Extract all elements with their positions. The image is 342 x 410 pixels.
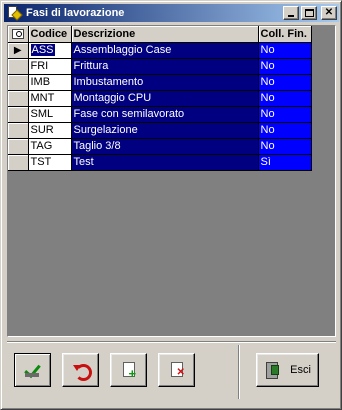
check-icon [24,361,42,379]
cell-codice-text: SML [30,108,54,120]
add-record-button[interactable] [110,353,147,387]
grid-corner-button[interactable] [8,26,29,43]
delete-record-button[interactable] [158,353,195,387]
cell-coll-fin[interactable]: No [258,42,312,59]
cell-descrizione[interactable]: Test [71,154,259,171]
cell-codice[interactable]: FRI [28,58,72,75]
cell-coll-fin[interactable]: No [258,90,312,107]
exit-door-icon [264,361,282,379]
cell-codice[interactable]: ASS [28,42,72,59]
toolbar-vertical-separator [238,345,240,399]
table-row[interactable]: TAG Taglio 3/8 No [8,138,312,155]
cell-codice-text: MNT [30,92,55,104]
cell-coll-fin[interactable]: Sì [258,154,312,171]
window-title: Fasi di lavorazione [26,7,125,19]
cell-codice[interactable]: TAG [28,138,72,155]
minimize-button[interactable] [283,6,299,20]
cell-codice-text: SUR [30,124,54,136]
table-row[interactable]: FRI Frittura No [8,58,312,75]
cell-coll-fin[interactable]: No [258,106,312,123]
cell-descrizione[interactable]: Assemblaggio Case [71,42,259,59]
cell-descrizione[interactable]: Montaggio CPU [71,90,259,107]
cell-codice-text: TAG [30,140,53,152]
column-header-codice[interactable]: Codice [28,26,72,43]
row-indicator[interactable] [8,58,29,75]
cell-codice[interactable]: SML [28,106,72,123]
app-window: Fasi di lavorazione ✕ Codice Descrizione… [0,0,342,410]
cell-codice[interactable]: IMB [28,74,72,91]
cell-descrizione[interactable]: Taglio 3/8 [71,138,259,155]
add-document-icon [120,361,138,380]
row-indicator[interactable] [8,90,29,107]
phases-grid[interactable]: Codice Descrizione Coll. Fin. ▶ ASS Assemb… [7,25,336,337]
exit-button-label: Esci [290,364,311,376]
current-row-pointer-icon: ▶ [13,44,22,56]
cell-coll-fin[interactable]: No [258,58,312,75]
row-indicator[interactable] [8,106,29,123]
row-indicator[interactable] [8,154,29,171]
cell-codice[interactable]: TST [28,154,72,171]
cell-coll-fin[interactable]: No [258,138,312,155]
maximize-icon [304,9,314,17]
exit-button[interactable]: Esci [256,353,319,387]
cell-codice-text: TST [30,156,52,168]
app-icon [6,5,23,21]
minimize-icon [288,15,294,17]
cell-codice[interactable]: MNT [28,90,72,107]
cell-descrizione[interactable]: Fase con semilavorato [71,106,259,123]
cell-codice-text: ASS [30,44,55,56]
undo-icon [72,361,92,381]
confirm-button[interactable] [14,353,51,387]
table-row[interactable]: SUR Surgelazione No [8,122,312,139]
delete-document-icon [168,361,186,379]
cell-coll-fin[interactable]: No [258,74,312,91]
grid-header-row: Codice Descrizione Coll. Fin. [8,26,312,43]
maximize-button[interactable] [301,6,317,20]
cell-coll-fin[interactable]: No [258,122,312,139]
cell-codice-text: IMB [30,76,51,88]
row-indicator[interactable]: ▶ [8,42,29,59]
cell-codice-text: FRI [30,60,49,72]
table-row[interactable]: MNT Montaggio CPU No [8,90,312,107]
cell-descrizione[interactable]: Surgelazione [71,122,259,139]
title-bar[interactable]: Fasi di lavorazione ✕ [4,4,339,22]
table-row[interactable]: TST Test Sì [8,154,312,171]
close-icon: ✕ [324,7,334,18]
column-header-descrizione[interactable]: Descrizione [71,26,259,43]
table-row[interactable]: SML Fase con semilavorato No [8,106,312,123]
toolbar-separator [7,341,336,343]
cell-descrizione[interactable]: Frittura [71,58,259,75]
table-row[interactable]: IMB Imbustamento No [8,74,312,91]
row-indicator[interactable] [8,122,29,139]
row-indicator[interactable] [8,138,29,155]
cell-codice[interactable]: SUR [28,122,72,139]
table-row[interactable]: ▶ ASS Assemblaggio Case No [8,42,312,59]
column-header-coll-fin[interactable]: Coll. Fin. [258,26,312,43]
undo-button[interactable] [62,353,99,387]
close-button[interactable]: ✕ [321,6,337,20]
cell-descrizione[interactable]: Imbustamento [71,74,259,91]
search-icon [11,28,24,39]
row-indicator[interactable] [8,74,29,91]
